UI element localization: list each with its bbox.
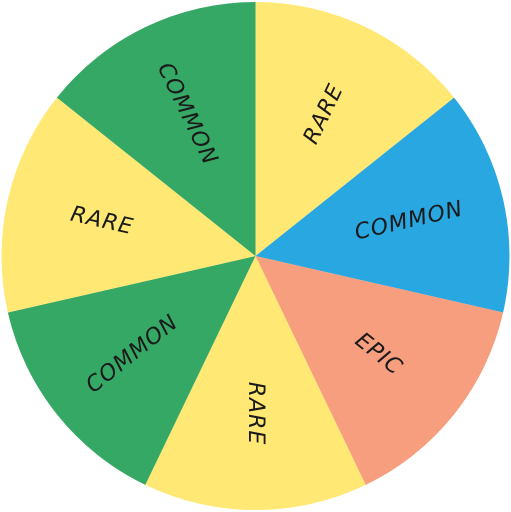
prize-wheel[interactable]: RARE COMMON EPIC RARE COMMON RARE COMMON bbox=[0, 0, 511, 512]
prize-wheel-svg[interactable]: RARECOMMONEPICRARECOMMONRARECOMMON bbox=[0, 0, 511, 512]
wheel-segment-label-4: RARE bbox=[243, 382, 268, 446]
